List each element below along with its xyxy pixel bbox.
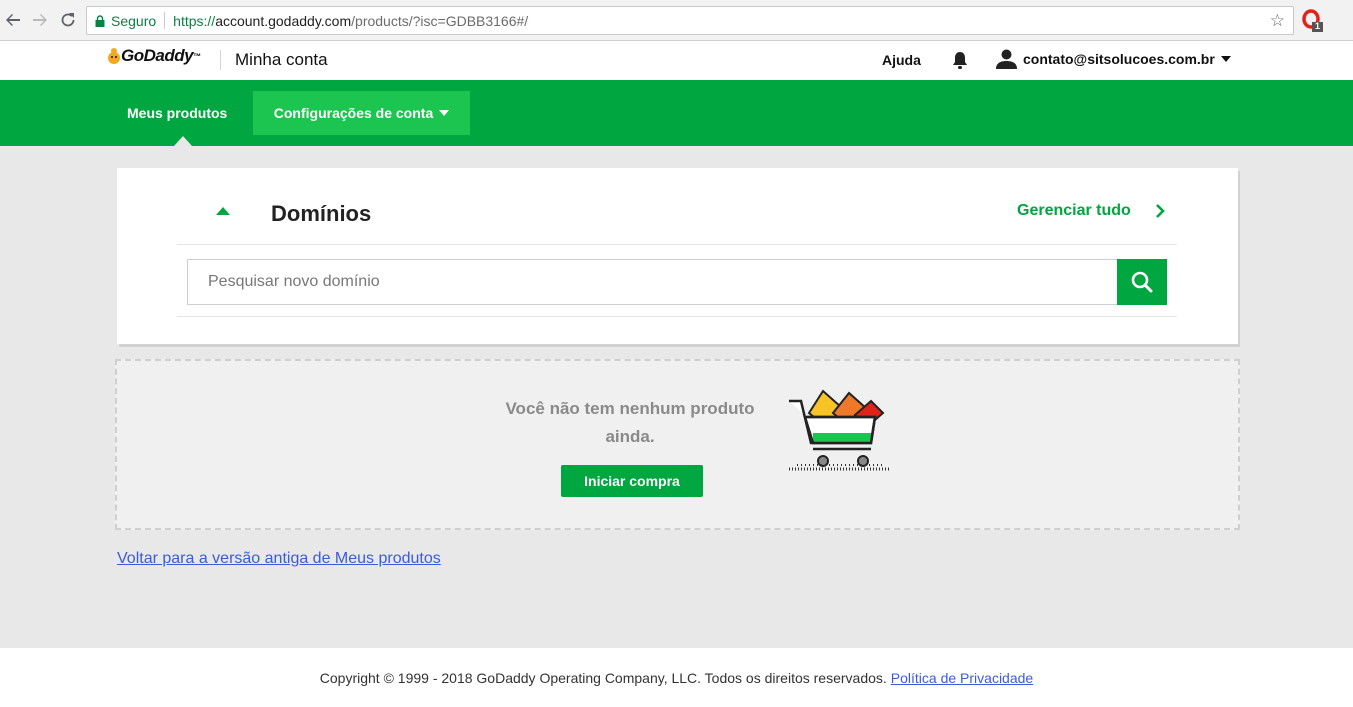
chevron-down-icon [439, 110, 450, 116]
chevron-down-icon [1220, 56, 1231, 62]
omnibox-separator [164, 12, 166, 29]
site-header: GoDaddy ™ Minha conta Ajuda contato@sits… [0, 41, 1353, 80]
domains-card: Domínios Gerenciar tudo Pesquisar novo d… [117, 168, 1238, 344]
opera-extension-icon[interactable]: 1 [1302, 9, 1324, 33]
tab-configuracoes-label: Configurações de conta [273, 105, 434, 121]
start-shopping-button[interactable]: Iniciar compra [561, 465, 703, 497]
user-menu[interactable]: contato@sitsolucoes.com.br [996, 49, 1231, 69]
back-icon[interactable] [2, 9, 24, 31]
section-title: Minha conta [235, 50, 328, 69]
user-email: contato@sitsolucoes.com.br [1023, 51, 1215, 67]
bookmark-star-icon[interactable]: ☆ [1270, 11, 1285, 31]
secure-indicator[interactable]: Seguro [87, 13, 156, 29]
privacy-link[interactable]: Política de Privacidade [891, 670, 1033, 686]
divider [177, 316, 1177, 317]
empty-message: Você não tem nenhum produto ainda. [505, 399, 755, 446]
reload-icon[interactable] [57, 9, 79, 31]
old-version-link[interactable]: Voltar para a versão antiga de Meus prod… [117, 550, 441, 568]
tab-meus-produtos[interactable]: Meus produtos [127, 105, 227, 121]
help-link[interactable]: Ajuda [882, 52, 921, 68]
browser-toolbar: Seguro https://account.godaddy.com/produ… [0, 0, 1353, 41]
lock-icon [95, 14, 105, 27]
active-tab-pointer [174, 136, 192, 146]
search-icon [1131, 271, 1153, 293]
header-divider [220, 50, 221, 70]
empty-products-panel: Você não tem nenhum produto ainda. Inici… [115, 359, 1240, 530]
logo-text: GoDaddy [121, 46, 194, 65]
collapse-up-icon[interactable] [216, 207, 230, 215]
godaddy-logo[interactable]: GoDaddy ™ [107, 46, 201, 66]
shopping-cart-icon [789, 389, 891, 471]
domains-title: Domínios [271, 201, 372, 226]
bell-icon[interactable] [951, 51, 969, 71]
manage-all-label: Gerenciar tudo [1017, 202, 1131, 219]
domain-search-input[interactable]: Pesquisar novo domínio [187, 259, 1117, 305]
search-button[interactable] [1117, 259, 1167, 305]
godaddy-mascot-icon [108, 48, 120, 64]
main-nav: Meus produtos Configurações de conta [0, 80, 1353, 146]
footer: Copyright © 1999 - 2018 GoDaddy Operatin… [0, 648, 1353, 707]
copyright-text: Copyright © 1999 - 2018 GoDaddy Operatin… [319, 669, 887, 686]
manage-all-link[interactable]: Gerenciar tudo [1017, 202, 1167, 220]
url-text[interactable]: https://account.godaddy.com/products/?is… [173, 13, 528, 29]
url-scheme: https:// [173, 12, 216, 29]
user-icon [996, 49, 1017, 69]
url-path: /products/?isc=GDBB3166#/ [351, 12, 529, 29]
extension-badge: 1 [1315, 21, 1321, 31]
url-domain: account.godaddy.com [215, 12, 352, 29]
tab-configuracoes[interactable]: Configurações de conta [253, 91, 470, 135]
logo-trademark: ™ [193, 51, 202, 61]
address-bar[interactable]: Seguro https://account.godaddy.com/produ… [86, 6, 1294, 35]
forward-icon[interactable] [29, 9, 51, 31]
divider [177, 244, 1177, 245]
secure-label: Seguro [111, 12, 157, 29]
main-content: Domínios Gerenciar tudo Pesquisar novo d… [0, 146, 1353, 648]
chevron-right-icon [1155, 204, 1165, 218]
